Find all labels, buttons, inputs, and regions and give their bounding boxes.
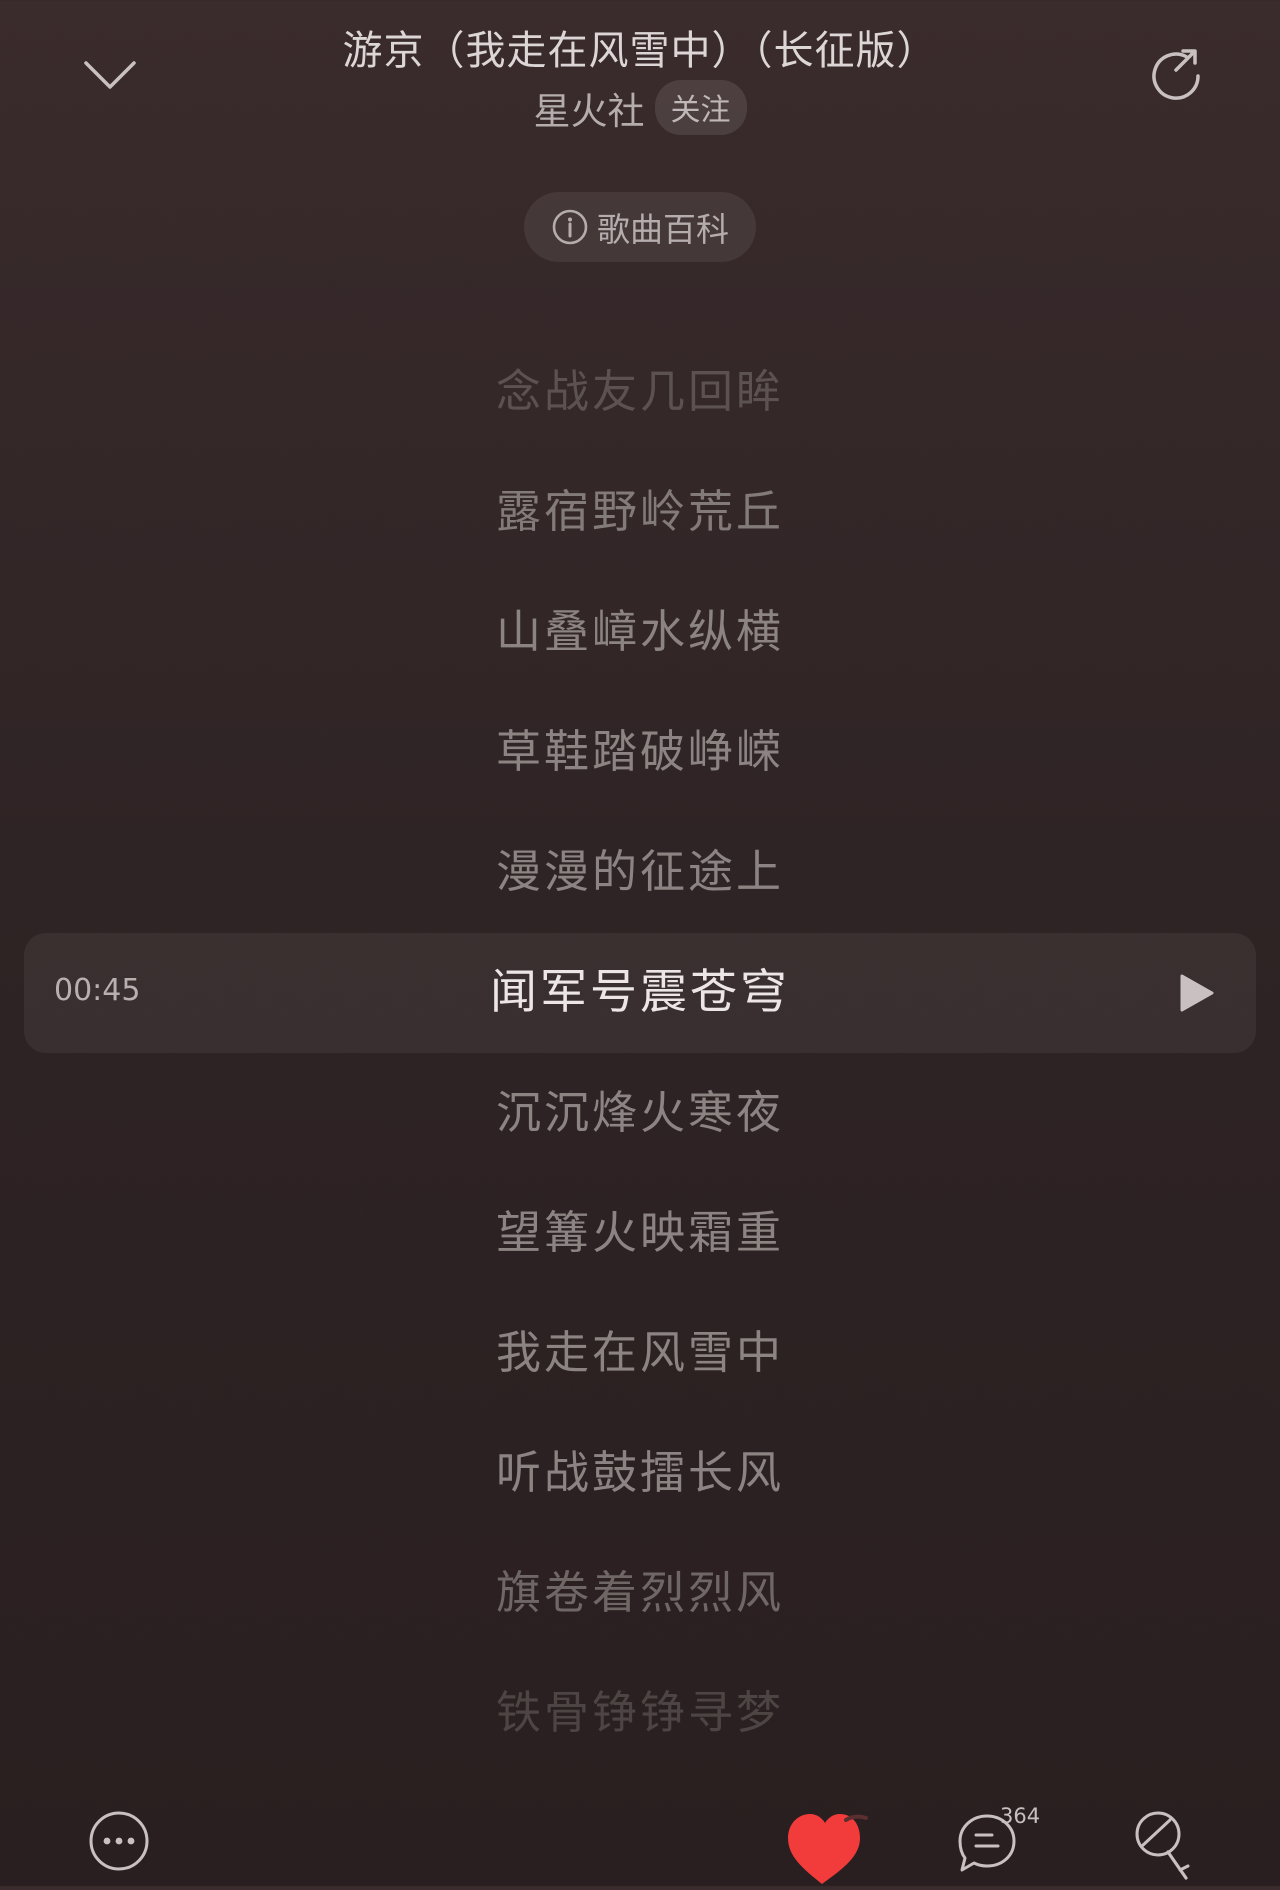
sing-button[interactable] xyxy=(1128,1808,1192,1884)
lyric-line[interactable]: 漫漫的征途上 xyxy=(0,842,1280,902)
heart-icon xyxy=(788,1814,868,1884)
lyrics-panel[interactable]: 念战友几回眸 露宿野岭荒丘 山叠嶂水纵横 草鞋踏破峥嵘 漫漫的征途上 00:45… xyxy=(0,0,1280,1886)
bottom-action-bar xyxy=(0,1800,1280,1886)
more-button[interactable] xyxy=(88,1810,150,1872)
more-icon xyxy=(89,1811,149,1871)
lyric-line[interactable]: 露宿野岭荒丘 xyxy=(0,482,1280,542)
play-icon xyxy=(1180,974,1214,1012)
like-button[interactable] xyxy=(782,1804,882,1886)
lyric-line[interactable]: 旗卷着烈烈风 xyxy=(0,1563,1280,1623)
lyric-line[interactable]: 念战友几回眸 xyxy=(0,362,1280,422)
comment-count: 364 xyxy=(1000,1804,1041,1828)
play-from-line-button[interactable] xyxy=(1174,971,1218,1015)
current-lyric-row[interactable]: 00:45 闻军号震苍穹 xyxy=(24,933,1256,1053)
lyric-line[interactable]: 草鞋踏破峥嵘 xyxy=(0,722,1280,782)
lyric-line[interactable]: 我走在风雪中 xyxy=(0,1323,1280,1383)
current-lyric-line: 闻军号震苍穹 xyxy=(490,965,790,1020)
lyric-line[interactable]: 山叠嶂水纵横 xyxy=(0,602,1280,662)
lyric-line[interactable]: 铁骨铮铮寻梦 xyxy=(0,1683,1280,1743)
lyric-line[interactable]: 望篝火映霜重 xyxy=(0,1203,1280,1263)
lyric-line[interactable]: 听战鼓擂长风 xyxy=(0,1443,1280,1503)
lyric-line[interactable]: 沉沉烽火寒夜 xyxy=(0,1083,1280,1143)
microphone-icon xyxy=(1135,1811,1190,1880)
